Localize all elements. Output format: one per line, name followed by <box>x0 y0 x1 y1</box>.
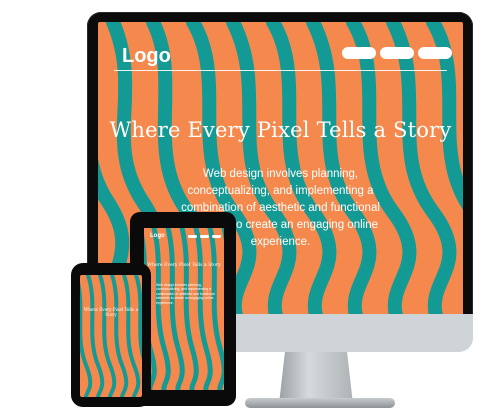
nav-pill-2[interactable] <box>380 47 414 59</box>
wave-pattern-phone <box>80 275 142 397</box>
phone-hero-title: Where Every Pixel Tells a Story <box>83 307 139 317</box>
phone-screen: Where Every Pixel Tells a Story <box>80 275 142 397</box>
wave-pattern-tablet <box>144 228 224 390</box>
tablet-hero-description: Web design involves planning, conceptual… <box>156 283 215 305</box>
tablet-nav-pill-3[interactable] <box>212 235 221 238</box>
nav-pill-1[interactable] <box>342 47 376 59</box>
tablet-logo[interactable]: Logo <box>150 233 165 239</box>
desktop-logo[interactable]: Logo <box>122 45 171 68</box>
tablet-nav-pill-1[interactable] <box>188 235 197 238</box>
tablet-hero-title: Where Every Pixel Tells a Story <box>147 263 221 268</box>
monitor-stand-neck <box>279 352 353 404</box>
monitor-stand-base <box>245 398 395 408</box>
tablet-screen: Logo Where Every Pixel Tells a Story Web… <box>144 228 224 390</box>
tablet-nav-pill-2[interactable] <box>200 235 209 238</box>
nav-divider <box>114 70 447 71</box>
hero-title: Where Every Pixel Tells a Story <box>109 118 452 142</box>
nav-pill-3[interactable] <box>418 47 452 59</box>
